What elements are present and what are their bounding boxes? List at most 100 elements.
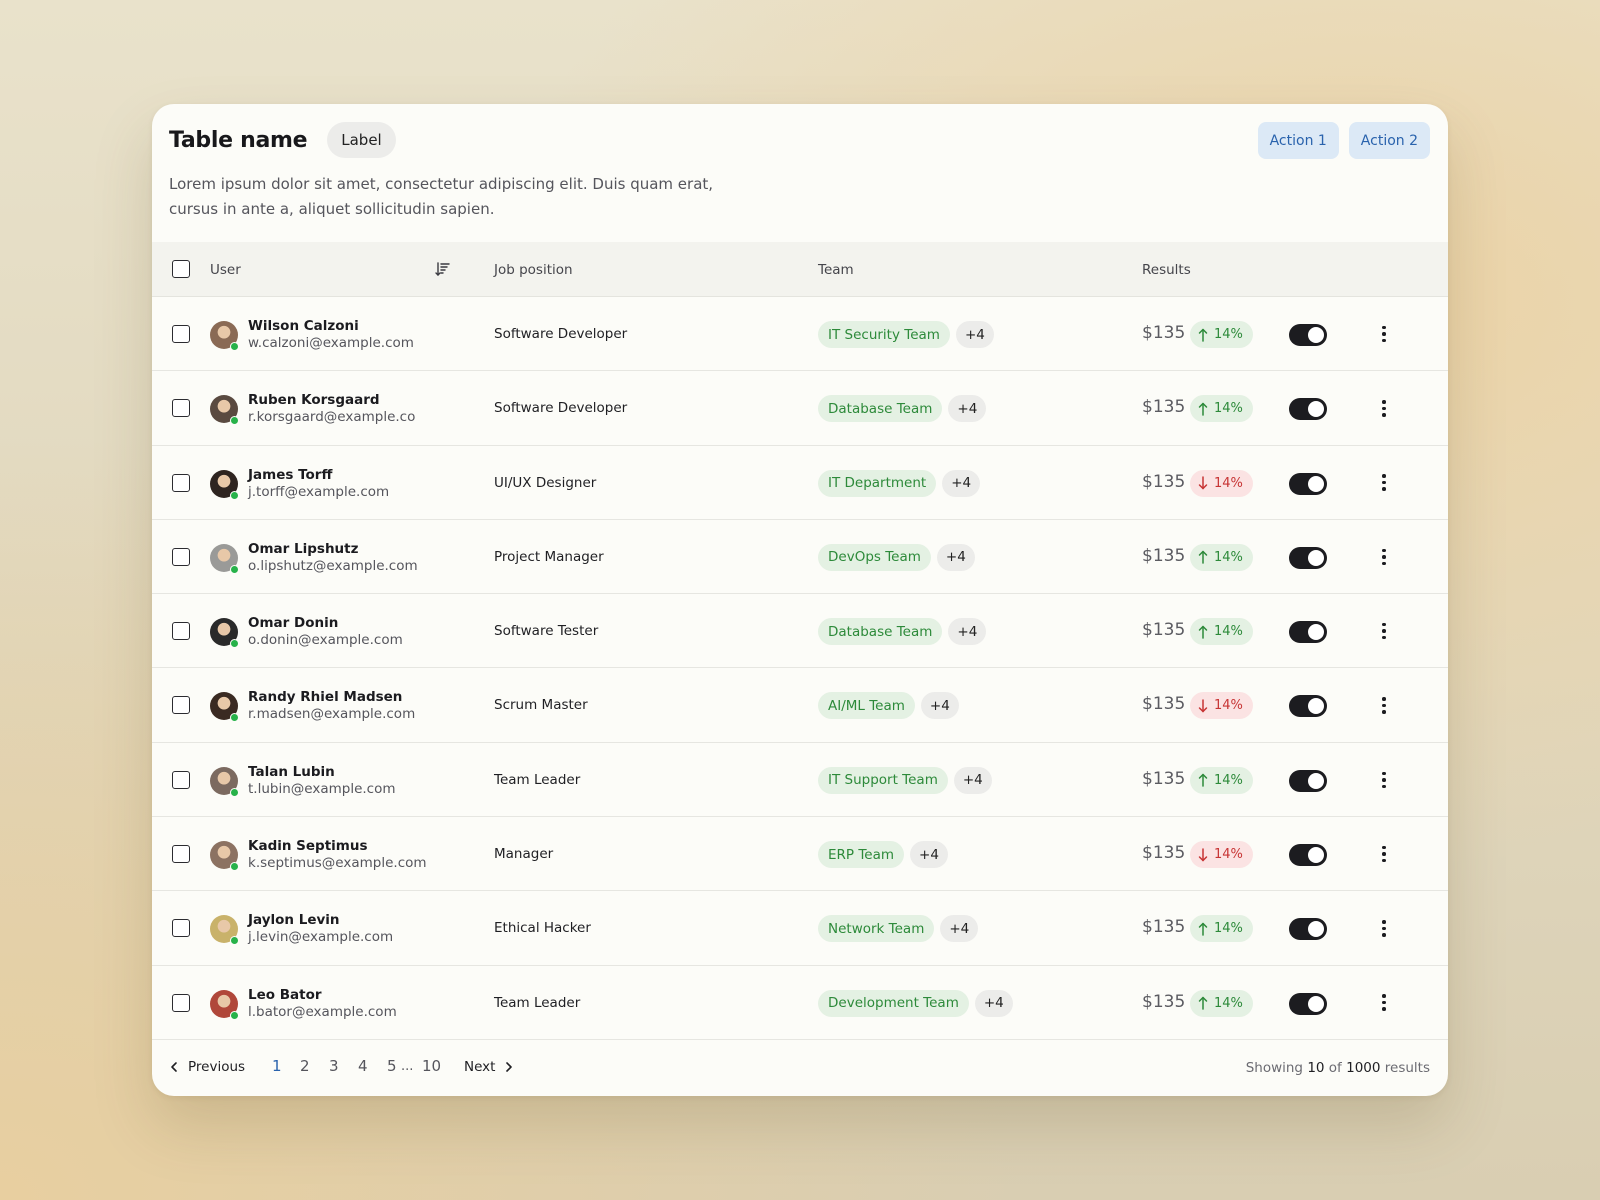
table-row[interactable]: Omar Donin o.donin@example.com Software … <box>152 594 1448 669</box>
trend-badge: 14% <box>1190 469 1253 497</box>
sort-icon[interactable] <box>435 261 451 277</box>
team-badge[interactable]: AI/ML Team <box>818 692 915 720</box>
arrow-up-icon <box>1198 551 1208 565</box>
user-name: Omar Donin <box>248 615 339 632</box>
column-header-job[interactable]: Job position <box>494 242 573 297</box>
more-teams-badge[interactable]: +4 <box>974 989 1013 1017</box>
row-checkbox[interactable] <box>172 993 190 1012</box>
more-teams-badge[interactable]: +4 <box>953 766 992 794</box>
table-row[interactable]: Leo Bator l.bator@example.com Team Leade… <box>152 966 1448 1040</box>
team-badge[interactable]: ERP Team <box>818 841 905 869</box>
table-row[interactable]: Jaylon Levin j.levin@example.com Ethical… <box>152 891 1448 966</box>
header-actions: Action 1 Action 2 <box>1257 122 1430 159</box>
column-header-team[interactable]: Team <box>818 242 854 297</box>
row-checkbox[interactable] <box>172 622 190 641</box>
result-amount: $135 <box>1142 545 1186 566</box>
page-5-link[interactable]: 5 <box>387 1057 401 1075</box>
more-options-icon[interactable] <box>1376 992 1392 1014</box>
trend-badge: 14% <box>1190 321 1253 348</box>
column-header-results[interactable]: Results <box>1142 242 1191 297</box>
table-row[interactable]: Kadin Septimus k.septimus@example.com Ma… <box>152 817 1448 892</box>
team-cell: AI/ML Team +4 <box>818 692 959 720</box>
team-badge[interactable]: Network Team <box>818 915 935 943</box>
result-amount: $135 <box>1142 471 1186 492</box>
online-status-icon <box>230 936 239 946</box>
more-options-icon[interactable] <box>1376 397 1392 419</box>
column-header-user[interactable]: User <box>210 242 241 297</box>
row-checkbox[interactable] <box>172 919 190 938</box>
more-options-icon[interactable] <box>1376 694 1392 716</box>
pagination: Previous 1 2 3 4 5 ... 10 Next Showing 1… <box>152 1040 1448 1096</box>
arrow-down-icon <box>1198 476 1208 490</box>
more-options-icon[interactable] <box>1376 843 1392 865</box>
page-10-link[interactable]: 10 <box>422 1057 441 1075</box>
more-options-icon[interactable] <box>1376 620 1392 642</box>
more-teams-badge[interactable]: +4 <box>948 395 987 423</box>
more-options-icon[interactable] <box>1376 769 1392 791</box>
table-body: Wilson Calzoni w.calzoni@example.com Sof… <box>152 297 1448 1040</box>
job-position: UI/UX Designer <box>494 474 597 491</box>
more-teams-badge[interactable]: +4 <box>920 692 959 720</box>
page-4-link[interactable]: 4 <box>358 1057 387 1075</box>
row-toggle[interactable] <box>1289 918 1327 941</box>
showing-prefix: Showing <box>1245 1060 1304 1076</box>
team-badge[interactable]: IT Security Team <box>818 321 950 348</box>
row-checkbox[interactable] <box>172 547 190 566</box>
more-teams-badge[interactable]: +4 <box>940 915 979 943</box>
toggle-knob <box>1308 772 1324 789</box>
table-row[interactable]: Ruben Korsgaard r.korsgaard@example.co S… <box>152 371 1448 446</box>
more-teams-badge[interactable]: +4 <box>942 469 981 497</box>
toggle-knob <box>1308 698 1324 715</box>
row-checkbox[interactable] <box>172 696 190 715</box>
row-checkbox[interactable] <box>172 845 190 864</box>
team-badge[interactable]: DevOps Team <box>818 543 931 571</box>
trend-percent: 14% <box>1214 921 1243 937</box>
row-toggle[interactable] <box>1289 695 1327 718</box>
row-toggle[interactable] <box>1289 546 1327 569</box>
row-checkbox[interactable] <box>172 399 190 418</box>
table-row[interactable]: Talan Lubin t.lubin@example.com Team Lea… <box>152 743 1448 818</box>
user-email: w.calzoni@example.com <box>248 335 414 351</box>
row-toggle[interactable] <box>1289 472 1327 495</box>
next-page-button[interactable]: Next <box>464 1059 513 1075</box>
row-toggle[interactable] <box>1289 621 1327 644</box>
more-teams-badge[interactable]: +4 <box>910 841 948 869</box>
table-row[interactable]: Omar Lipshutz o.lipshutz@example.com Pro… <box>152 520 1448 595</box>
row-toggle[interactable] <box>1289 844 1327 867</box>
action-2-button[interactable]: Action 2 <box>1348 122 1430 159</box>
page-1-link[interactable]: 1 <box>272 1057 300 1075</box>
showing-of: of <box>1328 1060 1342 1076</box>
row-checkbox[interactable] <box>172 770 190 789</box>
page-3-link[interactable]: 3 <box>329 1057 358 1075</box>
chevron-left-icon <box>171 1062 177 1072</box>
team-badge[interactable]: Database Team <box>818 395 943 423</box>
more-options-icon[interactable] <box>1376 917 1392 939</box>
row-checkbox[interactable] <box>172 473 190 492</box>
more-teams-badge[interactable]: +4 <box>948 618 987 646</box>
more-options-icon[interactable] <box>1376 546 1392 568</box>
row-toggle[interactable] <box>1289 992 1327 1015</box>
more-teams-badge[interactable]: +4 <box>955 321 994 348</box>
page-2-link[interactable]: 2 <box>300 1057 329 1075</box>
select-all-checkbox[interactable] <box>172 260 190 278</box>
table-row[interactable]: James Torff j.torff@example.com UI/UX De… <box>152 446 1448 520</box>
row-checkbox[interactable] <box>172 325 190 343</box>
user-name: Randy Rhiel Madsen <box>248 689 403 706</box>
team-badge[interactable]: Database Team <box>818 618 943 646</box>
job-position: Scrum Master <box>494 697 588 714</box>
toggle-knob <box>1308 995 1324 1012</box>
team-badge[interactable]: Development Team <box>818 989 969 1017</box>
team-badge[interactable]: IT Department <box>818 469 937 497</box>
more-teams-badge[interactable]: +4 <box>936 543 975 571</box>
chevron-right-icon <box>506 1062 513 1072</box>
team-badge[interactable]: IT Support Team <box>818 766 948 794</box>
row-toggle[interactable] <box>1289 324 1327 346</box>
row-toggle[interactable] <box>1289 398 1327 421</box>
more-options-icon[interactable] <box>1376 323 1392 345</box>
previous-page-button[interactable]: Previous <box>170 1059 245 1075</box>
more-options-icon[interactable] <box>1376 472 1392 494</box>
row-toggle[interactable] <box>1289 769 1327 792</box>
table-row[interactable]: Wilson Calzoni w.calzoni@example.com Sof… <box>152 297 1448 372</box>
table-row[interactable]: Randy Rhiel Madsen r.madsen@example.com … <box>152 668 1448 743</box>
action-1-button[interactable]: Action 1 <box>1257 122 1339 159</box>
